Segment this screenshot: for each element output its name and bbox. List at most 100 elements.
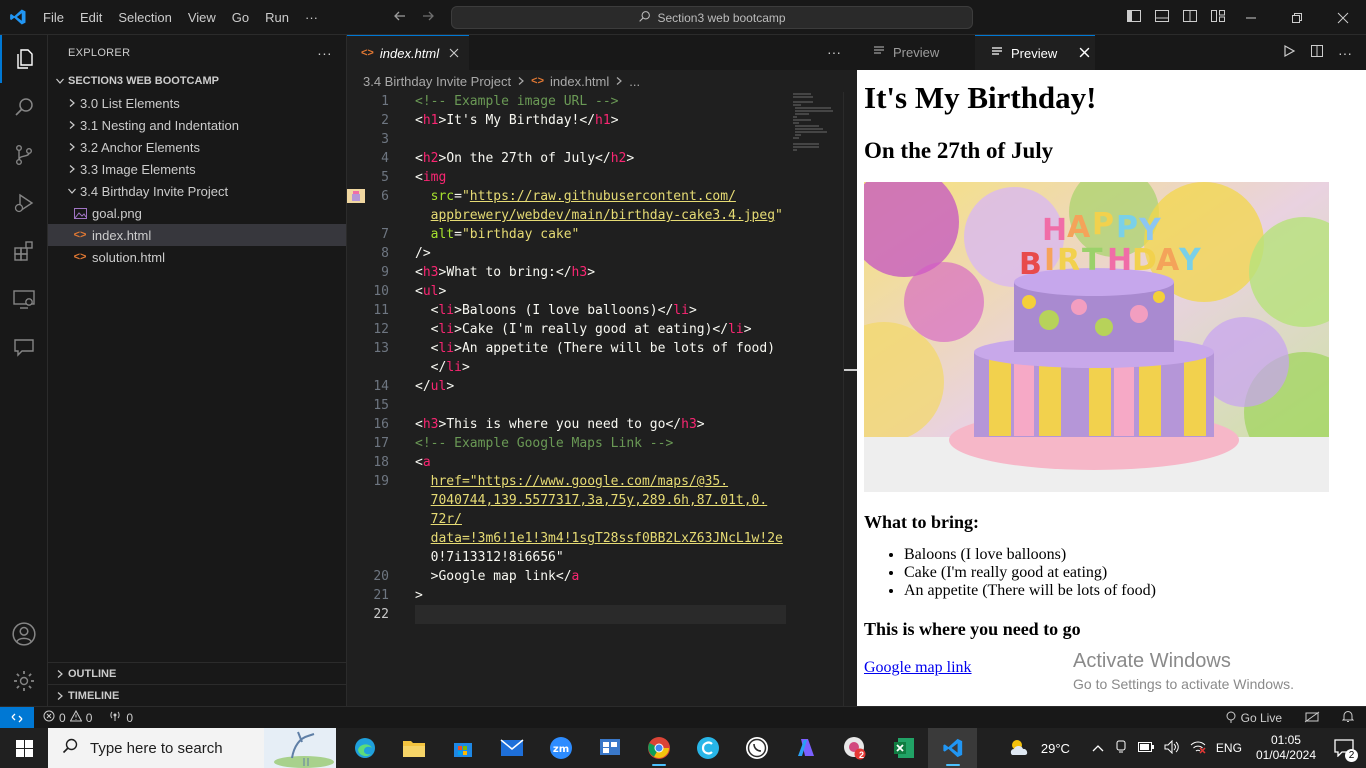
code-line[interactable]: 21 > (347, 586, 843, 605)
remote-explorer-icon[interactable] (0, 275, 48, 323)
search-view-icon[interactable] (0, 83, 48, 131)
folder-image-elements[interactable]: 3.3 Image Elements (48, 158, 346, 180)
folder-birthday-invite[interactable]: 3.4 Birthday Invite Project (48, 180, 346, 202)
run-debug-icon[interactable] (0, 179, 48, 227)
explorer-more-button[interactable]: ··· (317, 45, 332, 61)
code-line[interactable]: 2 <h1>It's My Birthday!</h1> (347, 111, 843, 130)
tab-preview-inactive[interactable]: Preview (857, 35, 975, 70)
google-map-link[interactable]: Google map link (864, 659, 972, 676)
taskbar-whatsapp-icon[interactable] (732, 728, 781, 768)
taskbar-store-icon[interactable] (438, 728, 487, 768)
weather-temperature[interactable]: 29°C (1041, 741, 1070, 756)
problems-status[interactable]: 0 0 (43, 709, 92, 725)
folder-nesting[interactable]: 3.1 Nesting and Indentation (48, 114, 346, 136)
comments-icon[interactable] (0, 323, 48, 371)
menu-file[interactable]: File (35, 0, 72, 35)
file-index-html[interactable]: <> index.html (48, 224, 346, 246)
close-tab-icon[interactable] (1079, 46, 1090, 61)
explorer-icon[interactable] (0, 35, 48, 83)
toggle-secondary-sidebar-icon[interactable] (1182, 8, 1198, 27)
code-line[interactable]: 9 <h3>What to bring:</h3> (347, 263, 843, 282)
restore-button[interactable] (1274, 0, 1320, 35)
notifications-bell-icon[interactable] (1341, 710, 1355, 726)
tab-preview-active[interactable]: Preview (975, 35, 1095, 70)
code-line[interactable]: appbrewery/webdev/main/birthday-cake3.4.… (347, 206, 843, 225)
breadcrumb-tail[interactable]: ... (629, 74, 640, 89)
taskbar-zoom-icon[interactable]: zm (536, 728, 585, 768)
network-icon[interactable] (1190, 740, 1206, 757)
file-goal-png[interactable]: goal.png (48, 202, 346, 224)
meet-now-icon[interactable] (1114, 740, 1128, 757)
menu-view[interactable]: View (180, 0, 224, 35)
folder-list-elements[interactable]: 3.0 List Elements (48, 92, 346, 114)
code-line[interactable]: 15 (347, 396, 843, 415)
chevron-up-icon[interactable] (1092, 741, 1104, 755)
remote-indicator-button[interactable] (0, 706, 34, 729)
code-line[interactable]: data=!3m6!1e1!3m4!1sgT28ssf0BB2LxZ63JNcL… (347, 529, 843, 548)
image-preview-glyph-icon[interactable] (347, 189, 365, 203)
preview-document[interactable]: It's My Birthday! On the 27th of July H … (857, 70, 1366, 706)
menu-more-button[interactable]: ··· (297, 0, 326, 35)
menu-edit[interactable]: Edit (72, 0, 110, 35)
go-live-button[interactable]: Go Live (1225, 711, 1282, 726)
code-editor[interactable]: 1 <!-- Example image URL --> 2 <h1>It's My … (347, 92, 843, 706)
code-line[interactable]: 17 <!-- Example Google Maps Link --> (347, 434, 843, 453)
code-line[interactable]: 4 <h2>On the 27th of July</h2> (347, 149, 843, 168)
back-arrow-icon[interactable] (392, 8, 408, 27)
run-play-icon[interactable] (1282, 44, 1296, 61)
code-line[interactable]: 12 <li>Cake (I'm really good at eating)<… (347, 320, 843, 339)
code-line[interactable]: 72r/ (347, 510, 843, 529)
timeline-section[interactable]: TIMELINE (48, 684, 347, 706)
code-line[interactable]: 7 alt="birthday cake" (347, 225, 843, 244)
notification-center-button[interactable]: 2 (1330, 728, 1358, 768)
taskbar-chrome-icon[interactable] (634, 728, 683, 768)
forward-arrow-icon[interactable] (420, 8, 436, 27)
menu-run[interactable]: Run (257, 0, 297, 35)
weather-cloud-icon[interactable] (1007, 737, 1033, 760)
extensions-icon[interactable] (0, 227, 48, 275)
taskbar-copilot-c-icon[interactable] (683, 728, 732, 768)
code-line[interactable]: 10 <ul> (347, 282, 843, 301)
code-line[interactable]: 7040744,139.5577317,3a,75y,289.6h,87.01t… (347, 491, 843, 510)
source-control-icon[interactable] (0, 131, 48, 179)
manage-gear-icon[interactable] (0, 657, 48, 705)
battery-icon[interactable] (1137, 741, 1154, 755)
taskbar-remote-desktop-icon[interactable] (585, 728, 634, 768)
taskbar-vscode-icon[interactable] (928, 728, 977, 768)
taskbar-copilot-icon[interactable] (781, 728, 830, 768)
outline-section[interactable]: OUTLINE (48, 662, 347, 684)
code-line[interactable]: 22 (373, 605, 786, 624)
close-tab-icon[interactable] (449, 46, 459, 61)
volume-icon[interactable] (1164, 739, 1180, 757)
taskbar-edge-icon[interactable] (340, 728, 389, 768)
language-indicator[interactable]: ENG (1216, 741, 1242, 755)
code-line[interactable]: 8 /> (347, 244, 843, 263)
minimize-button[interactable] (1228, 0, 1274, 35)
minimap[interactable] (793, 92, 843, 152)
code-line[interactable]: 6 src="https://raw.githubusercontent.com… (347, 187, 843, 206)
ports-status[interactable]: 0 (108, 710, 133, 725)
breadcrumb-file[interactable]: index.html (550, 74, 609, 89)
editor-scrollbar[interactable] (843, 92, 858, 706)
code-line[interactable]: 19 href="https://www.google.com/maps/@35… (347, 472, 843, 491)
file-solution-html[interactable]: <> solution.html (48, 246, 346, 268)
code-line[interactable]: 5 <img (347, 168, 843, 187)
command-center-search[interactable]: Section3 web bootcamp (451, 6, 973, 29)
taskbar-chrome-profile-icon[interactable]: 2 (830, 728, 879, 768)
code-line[interactable]: 16 <h3>This is where you need to go</h3> (347, 415, 843, 434)
clock[interactable]: 01:05 01/04/2024 (1256, 733, 1316, 763)
taskbar-mail-icon[interactable] (487, 728, 536, 768)
breadcrumb-folder[interactable]: 3.4 Birthday Invite Project (363, 74, 511, 89)
taskbar-search-input[interactable]: Type here to search (48, 728, 336, 768)
code-line[interactable]: 3 (347, 130, 843, 149)
code-line[interactable]: </li> (347, 358, 843, 377)
menu-go[interactable]: Go (224, 0, 257, 35)
taskbar-excel-icon[interactable] (879, 728, 928, 768)
taskbar-file-explorer-icon[interactable] (389, 728, 438, 768)
customize-layout-icon[interactable] (1210, 8, 1226, 27)
code-line[interactable]: 0!7i13312!8i6656" (347, 548, 843, 567)
vscode-logo-icon[interactable] (0, 0, 35, 35)
code-line[interactable]: 14 </ul> (347, 377, 843, 396)
code-line[interactable]: 18 <a (347, 453, 843, 472)
close-window-button[interactable] (1320, 0, 1366, 35)
